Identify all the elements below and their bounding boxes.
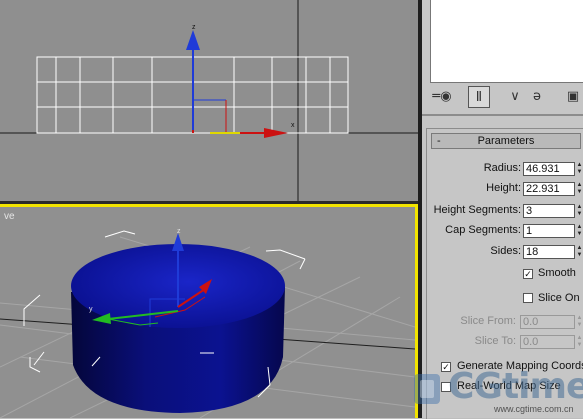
cap-segments-spinner[interactable]: ▲ ▼ [576, 224, 583, 238]
slice-on-label: Slice On [538, 292, 580, 304]
front-viewport[interactable]: z x [0, 0, 418, 201]
make-unique-icon[interactable]: ∨ [504, 86, 526, 108]
viewport-label[interactable]: ve [4, 211, 15, 222]
height-spinner[interactable]: ▲ ▼ [576, 182, 583, 196]
command-panel: ═◉ Ⅱ ∨ ə ▣ - Parameters Radius: 46.931 ▲… [422, 0, 583, 419]
pin-stack-icon[interactable]: ═◉ [428, 86, 456, 108]
gizmo-z-arrow [186, 30, 200, 50]
smooth-label: Smooth [538, 267, 576, 279]
front-axis-x-label: x [291, 122, 295, 129]
rollout-title: Parameters [477, 135, 535, 147]
front-viewport-canvas [0, 0, 418, 201]
cap-segments-field[interactable]: 1 [523, 224, 575, 238]
slice-on-checkbox[interactable] [523, 293, 533, 303]
show-end-result-icon[interactable]: Ⅱ [468, 86, 490, 108]
slice-to-field[interactable]: 0.0 [520, 335, 575, 349]
collapse-toggle[interactable]: - [437, 134, 441, 148]
persp-axis-y-label: y [89, 306, 93, 313]
sides-spinner[interactable]: ▲ ▼ [576, 245, 583, 259]
front-axis-z-label: z [192, 24, 196, 31]
object-list-area[interactable] [430, 0, 583, 83]
smooth-checkbox[interactable]: ✓ [523, 269, 533, 279]
slice-to-spinner[interactable]: ▲ ▼ [576, 335, 583, 349]
slice-from-label: Slice From: [460, 315, 516, 327]
radius-spinner[interactable]: ▲ ▼ [576, 162, 583, 176]
slice-from-spinner[interactable]: ▲ ▼ [576, 315, 583, 329]
radius-label: Radius: [483, 162, 521, 174]
height-label: Height: [486, 182, 521, 194]
watermark-brand: CGtime [448, 366, 583, 407]
height-segments-label: Height Segments: [433, 204, 521, 216]
slice-to-label: Slice To: [474, 335, 516, 347]
modifier-toolbar: ═◉ Ⅱ ∨ ə ▣ [422, 86, 583, 110]
parameters-rollout-header[interactable]: - Parameters [431, 133, 581, 149]
height-field[interactable]: 22.931 [523, 182, 575, 196]
panel-separator [422, 114, 583, 116]
persp-axis-z-label: z [177, 228, 181, 235]
radius-field[interactable]: 46.931 [523, 162, 575, 176]
configure-sets-icon[interactable]: ▣ [562, 86, 583, 108]
height-segments-spinner[interactable]: ▲ ▼ [576, 204, 583, 218]
watermark: CGtime www.cgtime.com.cn [408, 362, 583, 418]
sides-label: Sides: [490, 245, 521, 257]
perspective-viewport[interactable]: ve z y [0, 204, 418, 418]
gizmo-x-arrow [264, 128, 288, 138]
sides-field[interactable]: 18 [523, 245, 575, 259]
cgtime-logo-icon [414, 374, 440, 404]
perspective-viewport-canvas [0, 230, 415, 418]
cap-segments-label: Cap Segments: [445, 224, 521, 236]
remove-modifier-icon[interactable]: ə [526, 86, 548, 108]
slice-from-field[interactable]: 0.0 [520, 315, 575, 329]
watermark-url: www.cgtime.com.cn [494, 404, 574, 414]
height-segments-field[interactable]: 3 [523, 204, 575, 218]
